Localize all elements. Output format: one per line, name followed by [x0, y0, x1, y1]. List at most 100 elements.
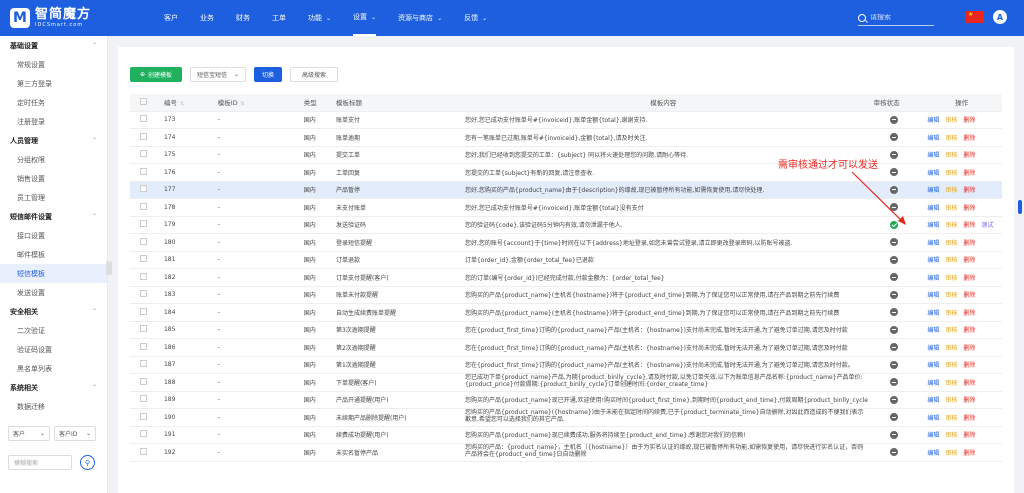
review-link[interactable]: 审核 — [945, 257, 957, 264]
search-input[interactable] — [870, 14, 930, 21]
delete-link[interactable]: 删除 — [963, 170, 975, 177]
row-checkbox[interactable] — [140, 220, 148, 228]
table-row[interactable]: 178- 国内 未支付账单 您好,您已成功支付账单号#{invoiceid},账单金额… — [130, 198, 1002, 217]
review-link[interactable]: 审核 — [945, 432, 957, 439]
edit-link[interactable]: 编辑 — [927, 450, 939, 457]
sidebar-item-3-1[interactable]: 验证码设置 — [0, 340, 107, 359]
nav-item-0[interactable]: 客户 — [164, 0, 178, 36]
sidebar-collapse-handle[interactable] — [106, 261, 112, 275]
avatar[interactable]: A — [993, 10, 1007, 24]
test-link[interactable]: 测试 — [981, 222, 993, 229]
sidebar-item-1-0[interactable]: 分组权限 — [0, 150, 107, 169]
sidebar-item-3-2[interactable]: 黑名单列表 — [0, 359, 107, 378]
review-link[interactable]: 审核 — [945, 292, 957, 299]
delete-link[interactable]: 删除 — [963, 205, 975, 212]
edit-link[interactable]: 编辑 — [927, 170, 939, 177]
table-row[interactable]: 184- 国内 自动生成续费账单提醒 您购买的产品{product_name}(主机名… — [130, 303, 1002, 322]
logo[interactable]: M 智简魔方 IDCSmart.com — [10, 6, 91, 30]
right-scroll-indicator[interactable] — [1018, 200, 1022, 214]
switch-button[interactable]: 切换 — [254, 67, 282, 82]
edit-link[interactable]: 编辑 — [927, 117, 939, 124]
delete-link[interactable]: 删除 — [963, 240, 975, 247]
sidebar-item-4-0[interactable]: 数据迁移 — [0, 397, 107, 416]
table-row[interactable]: 174- 国内 账单逾期 您有一笔账单已过期,账单号#{invoiceid},金额{t… — [130, 128, 1002, 147]
col-id[interactable]: 编号 ⇅ — [157, 94, 212, 112]
sms-provider-select[interactable]: 短信宝短信 ⌄ — [190, 67, 246, 82]
review-link[interactable]: 审核 — [945, 450, 957, 457]
sidebar-item-3-0[interactable]: 二次验证 — [0, 321, 107, 340]
filter-search-button[interactable]: ⚲ — [80, 455, 95, 470]
review-link[interactable]: 审核 — [945, 152, 957, 159]
edit-link[interactable]: 编辑 — [927, 222, 939, 229]
row-checkbox[interactable] — [140, 395, 148, 403]
edit-link[interactable]: 编辑 — [927, 362, 939, 369]
edit-link[interactable]: 编辑 — [927, 397, 939, 404]
nav-item-3[interactable]: 工单 — [272, 0, 286, 36]
row-checkbox[interactable] — [140, 360, 148, 368]
edit-link[interactable]: 编辑 — [927, 275, 939, 282]
sidebar-item-1-1[interactable]: 销售设置 — [0, 169, 107, 188]
row-checkbox[interactable] — [140, 447, 148, 455]
row-checkbox[interactable] — [140, 377, 148, 385]
edit-link[interactable]: 编辑 — [927, 310, 939, 317]
edit-link[interactable]: 编辑 — [927, 187, 939, 194]
edit-link[interactable]: 编辑 — [927, 135, 939, 142]
review-link[interactable]: 审核 — [945, 397, 957, 404]
edit-link[interactable]: 编辑 — [927, 152, 939, 159]
table-row[interactable]: 177- 国内 产品暂停 您好,您购买的产品{product_name}由于{desc… — [130, 181, 1002, 199]
review-link[interactable]: 审核 — [945, 187, 957, 194]
filter-type-select[interactable]: 客户 ⌄ — [8, 426, 50, 441]
sidebar-item-0-2[interactable]: 定时任务 — [0, 93, 107, 112]
table-row[interactable]: 188- 国内 下单提醒(客户) 您已成功下单{product_name}产品,为期{… — [130, 373, 1002, 392]
row-checkbox[interactable] — [140, 255, 148, 263]
row-checkbox[interactable] — [140, 325, 148, 333]
delete-link[interactable]: 删除 — [963, 327, 975, 334]
table-row[interactable]: 190- 国内 未续期产品删除提醒(用户) 您购买的产品{product_name}(… — [130, 408, 1002, 427]
sidebar-item-2-2[interactable]: 短信模板 — [0, 264, 107, 283]
edit-link[interactable]: 编辑 — [927, 240, 939, 247]
table-row[interactable]: 183- 国内 账单未付款提醒 您购买的产品{product_name}(主机名{ho… — [130, 286, 1002, 304]
review-link[interactable]: 审核 — [945, 345, 957, 352]
delete-link[interactable]: 删除 — [963, 135, 975, 142]
table-row[interactable]: 186- 国内 第2次逾期提醒 您在{product_first_time}订购的{p… — [130, 338, 1002, 357]
sidebar-item-0-0[interactable]: 常规设置 — [0, 55, 107, 74]
sidebar-item-1-2[interactable]: 员工管理 — [0, 188, 107, 207]
table-row[interactable]: 191- 国内 续费成功提醒(用户) 您购买的产品{product_name}现已续费… — [130, 426, 1002, 444]
delete-link[interactable]: 删除 — [963, 310, 975, 317]
table-row[interactable]: 181- 国内 订单退款 订单{order_id},金额{order_total_fe… — [130, 251, 1002, 269]
sidebar-item-0-3[interactable]: 注册登录 — [0, 112, 107, 131]
global-search[interactable] — [858, 10, 934, 26]
edit-link[interactable]: 编辑 — [927, 345, 939, 352]
sidebar-item-2-1[interactable]: 邮件模板 — [0, 245, 107, 264]
delete-link[interactable]: 删除 — [963, 275, 975, 282]
sidebar-item-0-1[interactable]: 第三方登录 — [0, 74, 107, 93]
row-checkbox[interactable] — [140, 115, 148, 123]
sidebar-group-2[interactable]: 短信邮件设置 ⌃ — [0, 207, 107, 226]
sidebar-group-0[interactable]: 基础设置 ⌃ — [0, 36, 107, 55]
edit-link[interactable]: 编辑 — [927, 380, 939, 387]
delete-link[interactable]: 删除 — [963, 117, 975, 124]
review-link[interactable]: 审核 — [945, 222, 957, 229]
select-all-checkbox[interactable] — [140, 97, 148, 105]
row-checkbox[interactable] — [140, 290, 148, 298]
review-link[interactable]: 审核 — [945, 117, 957, 124]
nav-item-1[interactable]: 业务 — [200, 0, 214, 36]
row-checkbox[interactable] — [140, 132, 148, 140]
filter-field-select[interactable]: 客户ID ⌄ — [54, 426, 96, 441]
review-link[interactable]: 审核 — [945, 310, 957, 317]
review-link[interactable]: 审核 — [945, 327, 957, 334]
delete-link[interactable]: 删除 — [963, 152, 975, 159]
sidebar-group-1[interactable]: 人员管理 ⌃ — [0, 131, 107, 150]
delete-link[interactable]: 删除 — [963, 362, 975, 369]
delete-link[interactable]: 删除 — [963, 345, 975, 352]
delete-link[interactable]: 删除 — [963, 415, 975, 422]
table-row[interactable]: 180- 国内 登录短信提醒 您好,您的账号{account}于{time}时间在以下… — [130, 233, 1002, 252]
nav-item-4[interactable]: 功能 ⌄ — [308, 0, 331, 36]
table-row[interactable]: 179- 国内 发送验证码 您的验证码{code},该验证码5分钟内有效,请勿泄漏于他… — [130, 216, 1002, 234]
edit-link[interactable]: 编辑 — [927, 292, 939, 299]
row-checkbox[interactable] — [140, 202, 148, 210]
row-checkbox[interactable] — [140, 272, 148, 280]
review-link[interactable]: 审核 — [945, 275, 957, 282]
review-link[interactable]: 审核 — [945, 380, 957, 387]
nav-item-7[interactable]: 反馈 ⌄ — [464, 0, 487, 36]
